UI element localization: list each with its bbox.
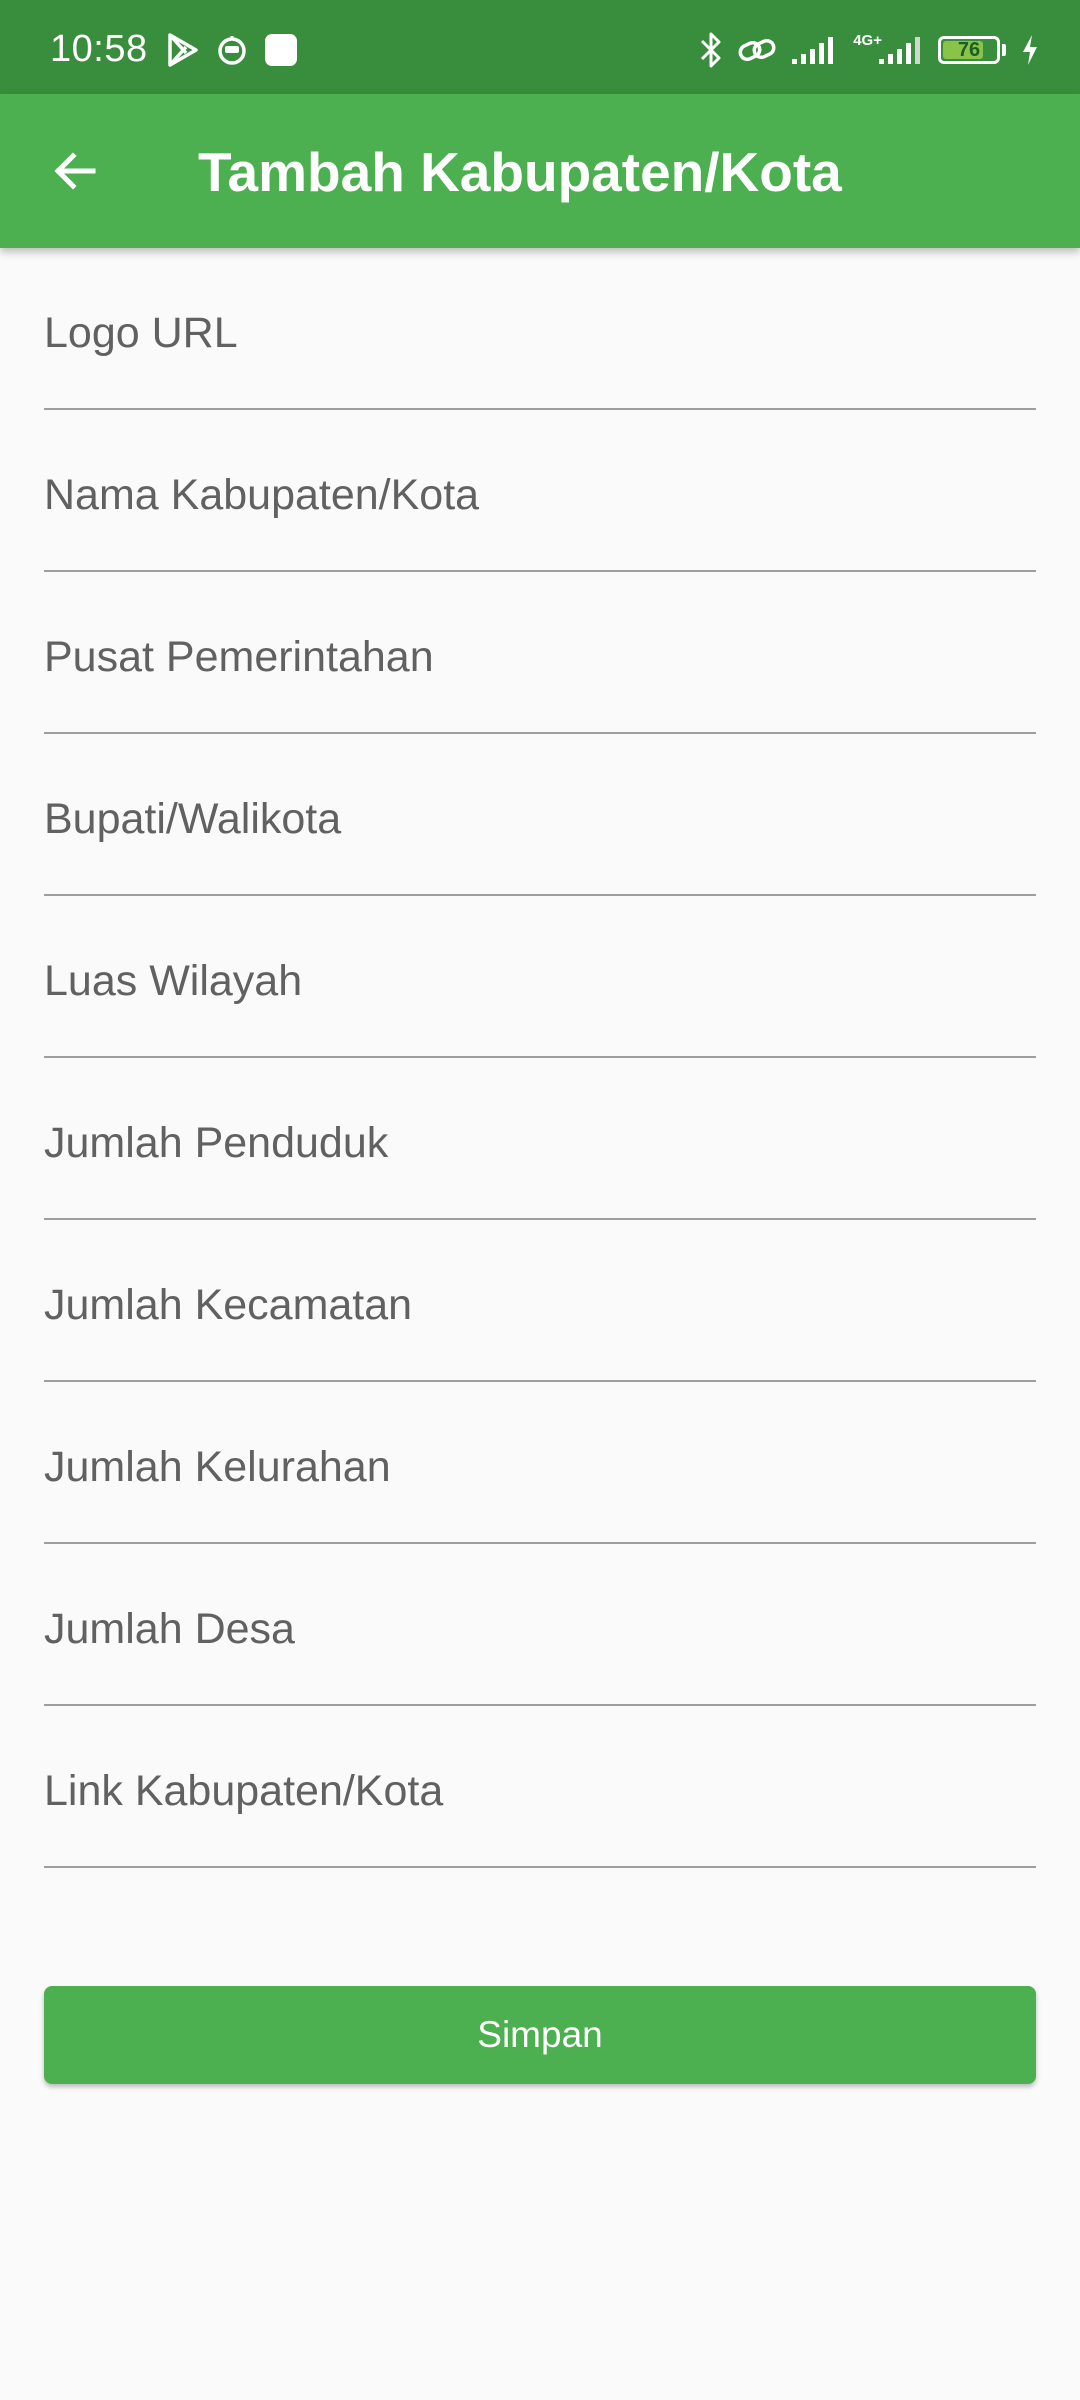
district-count-input[interactable]: [44, 1218, 1036, 1380]
app-notification-icon: [264, 33, 298, 67]
population-input[interactable]: [44, 1056, 1036, 1218]
link-icon: [737, 34, 777, 66]
battery-icon: 76: [938, 36, 1006, 64]
village-count-field-container: [44, 1542, 1036, 1706]
urban-village-count-field-container: [44, 1380, 1036, 1544]
urban-village-count-input[interactable]: [44, 1380, 1036, 1542]
status-bar: 10:58 4G+ 76: [0, 0, 1080, 94]
population-field-container: [44, 1056, 1036, 1220]
network-type-label: 4G+: [853, 31, 882, 49]
play-store-icon: [166, 32, 200, 68]
village-count-input[interactable]: [44, 1542, 1036, 1704]
battery-level: 76: [957, 38, 981, 61]
regency-link-input[interactable]: [44, 1704, 1036, 1866]
regency-name-input[interactable]: [44, 408, 1036, 570]
system-icons: 4G+ 76: [685, 28, 1040, 72]
government-center-field-container: [44, 570, 1036, 734]
regency-name-field-container: [44, 408, 1036, 572]
signal-4g-icon: 4G+: [853, 31, 924, 65]
arrow-back-icon: [54, 152, 96, 190]
logo-url-input[interactable]: [44, 246, 1036, 408]
robot-notification-icon: [216, 34, 248, 66]
government-center-input[interactable]: [44, 570, 1036, 732]
status-time: 10:58: [50, 28, 148, 70]
notification-icons: [166, 30, 314, 70]
signal-icon: [791, 35, 839, 65]
save-button[interactable]: Simpan: [44, 1986, 1036, 2084]
area-field-container: [44, 894, 1036, 1058]
charging-icon: [1020, 33, 1040, 67]
add-regency-form: [44, 246, 1036, 1868]
area-input[interactable]: [44, 894, 1036, 1056]
bluetooth-icon: [699, 31, 723, 69]
back-button[interactable]: [30, 126, 120, 216]
regent-mayor-input[interactable]: [44, 732, 1036, 894]
page-title: Tambah Kabupaten/Kota: [198, 141, 842, 203]
regent-mayor-field-container: [44, 732, 1036, 896]
regency-link-field-container: [44, 1704, 1036, 1868]
district-count-field-container: [44, 1218, 1036, 1382]
app-bar: Tambah Kabupaten/Kota: [0, 94, 1080, 248]
logo-url-field-container: [44, 246, 1036, 410]
